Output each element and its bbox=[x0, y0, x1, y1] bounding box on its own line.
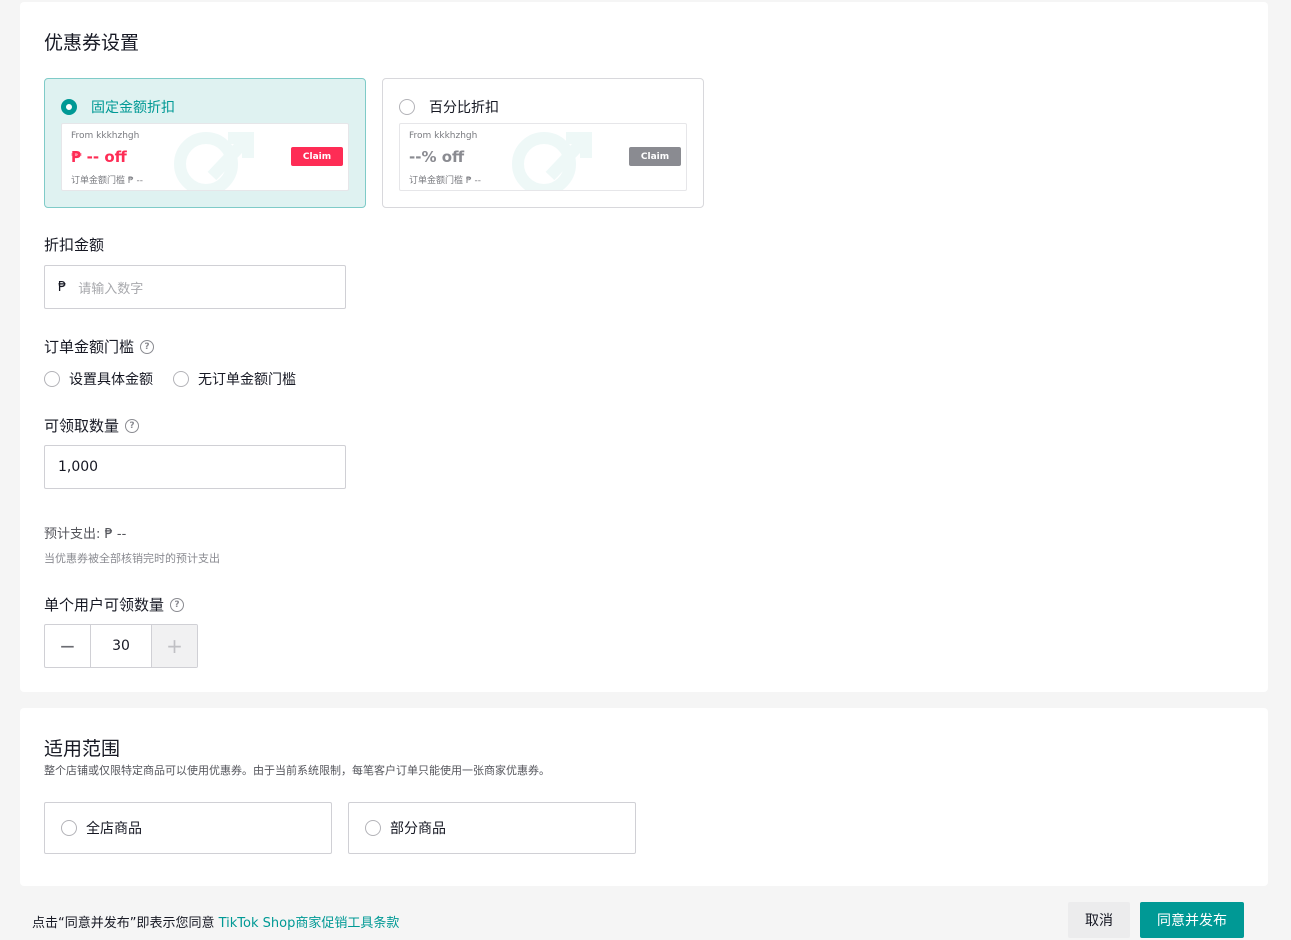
scope-title: 适用范围 bbox=[44, 738, 121, 760]
estimated-cost-note: 当优惠券被全部核销完时的预计支出 bbox=[44, 552, 220, 565]
discount-amount-placeholder: 请输入数字 bbox=[78, 281, 144, 297]
min-order-label: 订单金额门槛 bbox=[44, 338, 135, 356]
coupon-min-text: 订单金额门槛 ₱ -- bbox=[409, 176, 481, 186]
estimated-cost: 预计支出: ₱ -- bbox=[44, 527, 127, 542]
decrement-button[interactable]: − bbox=[45, 625, 90, 667]
discount-type-fixed-radio[interactable] bbox=[61, 99, 77, 115]
agreement-prefix: 点击“同意并发布”即表示您同意 bbox=[32, 916, 219, 931]
agreement-text: 点击“同意并发布”即表示您同意 TikTok Shop商家促销工具条款 bbox=[32, 912, 399, 931]
coupon-watermark-icon bbox=[174, 132, 254, 190]
discount-type-fixed-label: 固定金额折扣 bbox=[91, 100, 175, 116]
per-user-qty-label: 单个用户可领数量 bbox=[44, 596, 165, 614]
scope-partial-label: 部分商品 bbox=[390, 821, 446, 837]
coupon-settings-title: 优惠券设置 bbox=[44, 32, 140, 54]
scope-option-all[interactable]: 全店商品 bbox=[44, 802, 332, 854]
scope-option-partial[interactable]: 部分商品 bbox=[348, 802, 636, 854]
scope-all-label: 全店商品 bbox=[86, 821, 142, 837]
coupon-min-text: 订单金额门槛 ₱ -- bbox=[71, 176, 143, 186]
per-user-qty-stepper[interactable]: − 30 + bbox=[44, 624, 198, 668]
coupon-preview-percent: From kkkhzhgh --% off 订单金额门槛 ₱ -- Claim bbox=[399, 123, 687, 191]
discount-type-percent-header[interactable]: 百分比折扣 bbox=[399, 97, 499, 117]
discount-type-percent-label: 百分比折扣 bbox=[429, 100, 499, 116]
help-icon[interactable]: ? bbox=[125, 418, 140, 433]
min-order-specific-radio[interactable] bbox=[44, 371, 60, 387]
coupon-off-text: ₱ -- off bbox=[71, 148, 127, 166]
discount-type-fixed-header[interactable]: 固定金额折扣 bbox=[61, 97, 175, 117]
coupon-from-text: From kkkhzhgh bbox=[409, 131, 478, 141]
coupon-preview-fixed: From kkkhzhgh ₱ -- off 订单金额门槛 ₱ -- Claim bbox=[61, 123, 349, 191]
coupon-settings-card: 优惠券设置 固定金额折扣 From kkkhzhgh ₱ -- off 订单金额… bbox=[20, 2, 1268, 692]
scope-description: 整个店铺或仅限特定商品可以使用优惠券。由于当前系统限制，每笔客户订单只能使用一张… bbox=[44, 764, 550, 777]
per-user-qty-label-row: 单个用户可领数量 ? bbox=[44, 594, 185, 615]
coupon-from-text: From kkkhzhgh bbox=[71, 131, 140, 141]
claimable-qty-label: 可领取数量 bbox=[44, 417, 120, 435]
min-order-label-row: 订单金额门槛 ? bbox=[44, 336, 155, 357]
min-order-none-label: 无订单金额门槛 bbox=[198, 372, 296, 388]
coupon-watermark-icon bbox=[512, 132, 592, 190]
per-user-qty-value[interactable]: 30 bbox=[90, 625, 152, 667]
discount-type-fixed-card[interactable]: 固定金额折扣 From kkkhzhgh ₱ -- off 订单金额门槛 ₱ -… bbox=[44, 78, 366, 208]
discount-type-percent-radio[interactable] bbox=[399, 99, 415, 115]
increment-button[interactable]: + bbox=[152, 625, 197, 667]
terms-link[interactable]: TikTok Shop商家促销工具条款 bbox=[219, 916, 400, 931]
publish-button[interactable]: 同意并发布 bbox=[1140, 902, 1244, 938]
min-order-specific-label: 设置具体金额 bbox=[69, 372, 153, 388]
min-order-none-radio[interactable] bbox=[173, 371, 189, 387]
scope-all-radio[interactable] bbox=[61, 820, 77, 836]
min-order-option-specific[interactable]: 设置具体金额 bbox=[44, 369, 153, 389]
help-icon[interactable]: ? bbox=[170, 597, 185, 612]
coupon-claim-badge: Claim bbox=[291, 147, 343, 166]
min-order-options: 设置具体金额 无订单金额门槛 bbox=[44, 369, 296, 389]
cancel-button[interactable]: 取消 bbox=[1068, 902, 1130, 938]
discount-amount-label: 折扣金额 bbox=[44, 236, 105, 254]
scope-partial-radio[interactable] bbox=[365, 820, 381, 836]
help-icon[interactable]: ? bbox=[140, 339, 155, 354]
discount-amount-input[interactable]: ₱ 请输入数字 bbox=[44, 265, 346, 309]
min-order-option-none[interactable]: 无订单金额门槛 bbox=[173, 369, 296, 389]
currency-symbol: ₱ bbox=[58, 279, 67, 295]
claimable-qty-label-row: 可领取数量 ? bbox=[44, 415, 140, 436]
coupon-claim-badge: Claim bbox=[629, 147, 681, 166]
scope-card: 适用范围 整个店铺或仅限特定商品可以使用优惠券。由于当前系统限制，每笔客户订单只… bbox=[20, 708, 1268, 886]
claimable-qty-input[interactable]: 1,000 bbox=[44, 445, 346, 489]
coupon-off-text: --% off bbox=[409, 148, 465, 166]
claimable-qty-value: 1,000 bbox=[58, 459, 99, 475]
discount-type-percent-card[interactable]: 百分比折扣 From kkkhzhgh --% off 订单金额门槛 ₱ -- … bbox=[382, 78, 704, 208]
